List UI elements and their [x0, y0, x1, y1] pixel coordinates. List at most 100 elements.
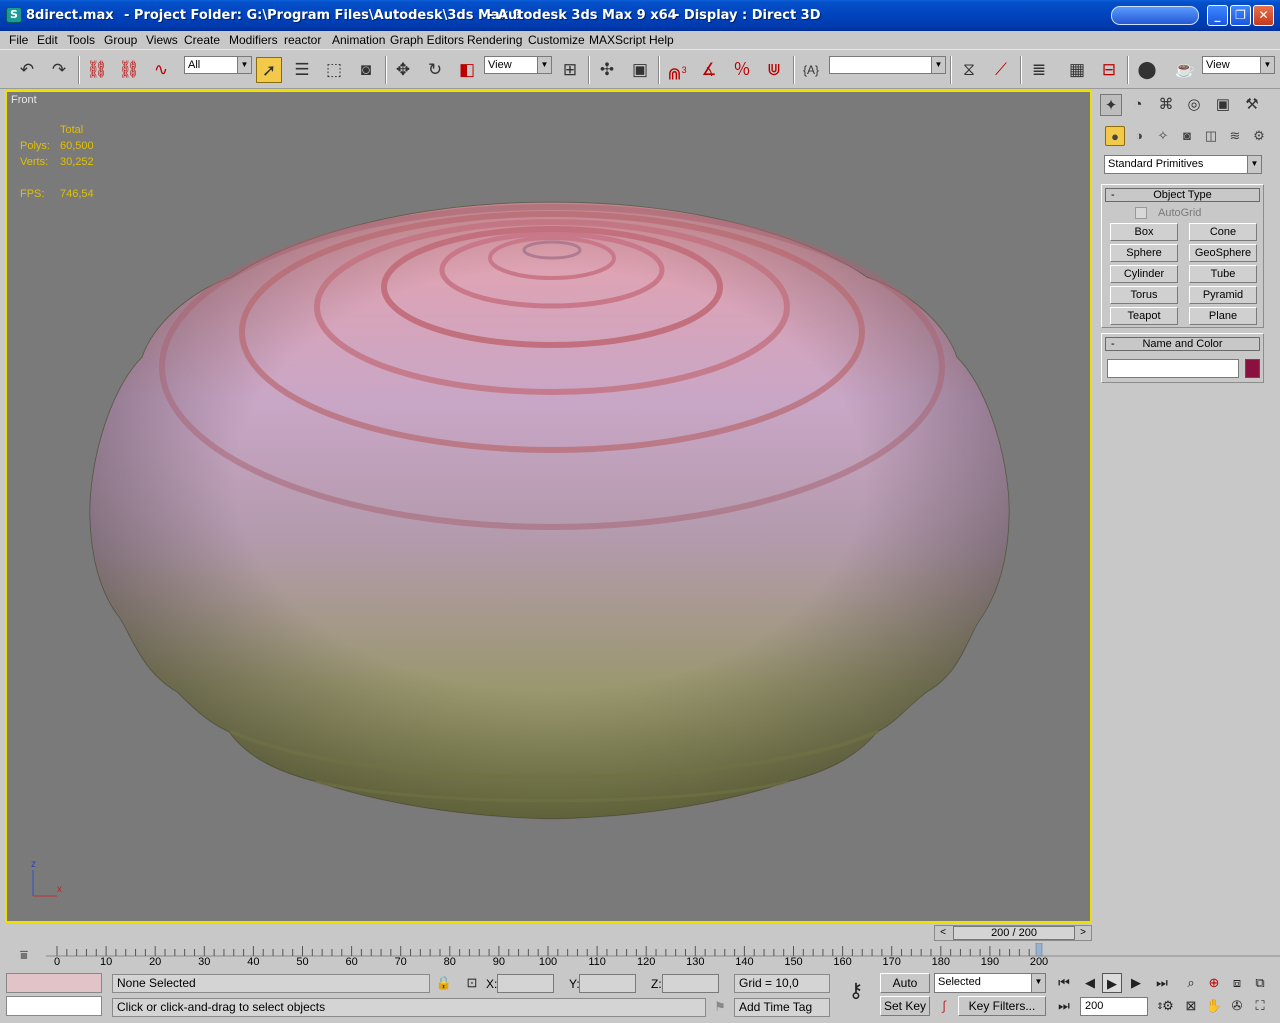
geosphere-button[interactable]: GeoSphere	[1189, 244, 1257, 262]
rectangular-selection-icon[interactable]: ⬚	[321, 57, 347, 83]
space-warps-icon[interactable]: ≋	[1225, 126, 1245, 146]
align-icon[interactable]: ⟋	[988, 57, 1014, 83]
mirror-icon[interactable]: ⧖	[956, 57, 982, 83]
keyboard-shortcut-override-icon[interactable]: ▣	[627, 57, 653, 83]
auto-key-button[interactable]: Auto Key	[880, 973, 930, 1008]
schematic-view-icon[interactable]: ⊟	[1096, 57, 1122, 83]
curve-editor-icon[interactable]: ▦	[1064, 57, 1090, 83]
teapot-button[interactable]: Teapot	[1110, 307, 1178, 325]
tube-button[interactable]: Tube	[1189, 265, 1257, 283]
utilities-tab-icon[interactable]: ⚒	[1241, 94, 1263, 116]
cameras-icon[interactable]: ◙	[1177, 126, 1197, 146]
pan-view-hand-icon[interactable]: ✋	[1204, 996, 1224, 1016]
undo-icon[interactable]: ↶	[14, 57, 40, 83]
select-and-scale-icon[interactable]: ◧	[454, 57, 480, 83]
set-key-mode-key-icon[interactable]: ⚷	[842, 981, 870, 1001]
render-type-dropdown[interactable]: View ▼	[1202, 56, 1275, 74]
modify-tab-icon[interactable]: ◔	[1127, 94, 1149, 116]
time-slider[interactable]: < 200 / 200 >	[934, 925, 1092, 941]
maxscript-listener-white[interactable]	[6, 996, 102, 1016]
zoom-all-icon[interactable]: ⊕	[1204, 973, 1224, 993]
time-configuration-icon[interactable]: ⚙	[1158, 996, 1178, 1016]
key-mode-dropdown[interactable]: Selected ▼	[934, 973, 1046, 993]
menu-help[interactable]: Help	[649, 33, 674, 47]
select-and-move-icon[interactable]: ✥	[390, 57, 416, 83]
maximize-viewport-toggle-icon[interactable]: ⛶	[1250, 996, 1270, 1016]
autogrid-checkbox[interactable]	[1135, 207, 1147, 219]
menu-tools[interactable]: Tools	[67, 33, 95, 47]
snaps-toggle-icon[interactable]: ⋒3	[664, 57, 690, 84]
add-time-tag-button[interactable]: Add Time Tag	[734, 998, 830, 1017]
zoom-extents-icon[interactable]: ⧈	[1227, 973, 1247, 993]
reference-coordinate-dropdown[interactable]: View ▼	[484, 56, 552, 74]
plane-button[interactable]: Plane	[1189, 307, 1257, 325]
time-slider-thumb[interactable]: 200 / 200	[953, 926, 1075, 940]
percent-snap-icon[interactable]: ％	[729, 57, 755, 83]
cylinder-button[interactable]: Cylinder	[1110, 265, 1178, 283]
title-extra-buttons[interactable]	[1111, 6, 1199, 25]
track-bar[interactable]	[46, 943, 1280, 969]
z-coord-field[interactable]	[662, 974, 719, 993]
open-mini-curve-editor-icon[interactable]: ⩸	[14, 945, 34, 965]
angle-snap-icon[interactable]: ∡	[696, 57, 722, 83]
menu-customize[interactable]: Customize	[528, 33, 585, 47]
edit-named-selection-icon[interactable]: {A}	[798, 57, 824, 83]
category-dropdown[interactable]: Standard Primitives ▼	[1104, 155, 1262, 174]
shapes-icon[interactable]: ◑	[1129, 126, 1149, 146]
motion-tab-icon[interactable]: ◎	[1183, 94, 1205, 116]
cone-button[interactable]: Cone	[1189, 223, 1257, 241]
selection-filter-dropdown[interactable]: All ▼	[184, 56, 252, 74]
menu-create[interactable]: Create	[184, 33, 220, 47]
select-by-name-icon[interactable]: ☰	[289, 57, 315, 83]
systems-icon[interactable]: ⚙	[1249, 126, 1269, 146]
select-and-manipulate-icon[interactable]: ✣	[594, 57, 620, 83]
set-key-button[interactable]: Set Key	[880, 996, 930, 1016]
front-viewport[interactable]: Front Total Polys: 60,500 Verts: 30,252 …	[5, 90, 1092, 923]
menu-views[interactable]: Views	[146, 33, 178, 47]
zoom-extents-all-icon[interactable]: ⧉	[1250, 973, 1270, 993]
select-and-rotate-icon[interactable]: ↻	[422, 57, 448, 83]
current-frame-field[interactable]: 200	[1080, 997, 1148, 1016]
sphere-button[interactable]: Sphere	[1110, 244, 1178, 262]
field-of-view-icon[interactable]: ⊠	[1181, 996, 1201, 1016]
select-and-link-icon[interactable]: ⛓	[84, 57, 110, 83]
box-button[interactable]: Box	[1110, 223, 1178, 241]
menu-graph-editors[interactable]: Graph Editors	[390, 33, 464, 47]
unlink-selection-icon[interactable]: ⛓	[116, 57, 142, 83]
display-tab-icon[interactable]: ▣	[1212, 94, 1234, 116]
object-type-rollout-header[interactable]: - Object Type	[1105, 188, 1260, 202]
maximize-icon[interactable]: ❐	[1230, 5, 1251, 26]
render-scene-icon[interactable]: ☕	[1172, 57, 1198, 83]
selection-lock-icon[interactable]: 🔒	[434, 973, 454, 993]
key-mode-toggle-icon[interactable]: ⏭	[1054, 996, 1074, 1016]
named-selection-sets-dropdown[interactable]: ▼	[829, 56, 946, 74]
menu-group[interactable]: Group	[104, 33, 137, 47]
previous-frame-arrow-icon[interactable]: <	[935, 926, 951, 940]
lights-icon[interactable]: ✧	[1153, 126, 1173, 146]
menu-rendering[interactable]: Rendering	[467, 33, 522, 47]
menu-reactor[interactable]: reactor	[284, 33, 321, 47]
y-coord-field[interactable]	[579, 974, 636, 993]
next-frame-arrow-icon[interactable]: >	[1075, 926, 1091, 940]
absolute-mode-transform-icon[interactable]: ⊡	[462, 973, 482, 993]
previous-frame-icon[interactable]: ◀	[1080, 973, 1100, 993]
spinner-snap-icon[interactable]: ⋓	[761, 57, 787, 83]
bind-to-space-warp-icon[interactable]: ∿	[148, 57, 174, 83]
layer-manager-icon[interactable]: ≣	[1026, 57, 1052, 83]
menu-file[interactable]: File	[9, 33, 28, 47]
menu-edit[interactable]: Edit	[37, 33, 58, 47]
minimize-icon[interactable]: _	[1207, 5, 1228, 26]
rippled-mesh-object[interactable]	[7, 92, 1090, 921]
menu-modifiers[interactable]: Modifiers	[229, 33, 278, 47]
redo-icon[interactable]: ↷	[46, 57, 72, 83]
next-frame-icon[interactable]: ▶	[1126, 973, 1146, 993]
go-to-start-icon[interactable]: ⏮	[1054, 973, 1074, 993]
menu-maxscript[interactable]: MAXScript	[589, 33, 646, 47]
play-animation-icon[interactable]: ▶	[1102, 973, 1122, 993]
geometry-icon[interactable]: ●	[1105, 126, 1125, 146]
select-object-icon[interactable]: ➚	[256, 57, 282, 83]
arc-rotate-icon[interactable]: ✇	[1227, 996, 1247, 1016]
torus-button[interactable]: Torus	[1110, 286, 1178, 304]
hierarchy-tab-icon[interactable]: ⌘	[1155, 94, 1177, 116]
3dsmax-app-icon[interactable]: S	[6, 7, 22, 23]
